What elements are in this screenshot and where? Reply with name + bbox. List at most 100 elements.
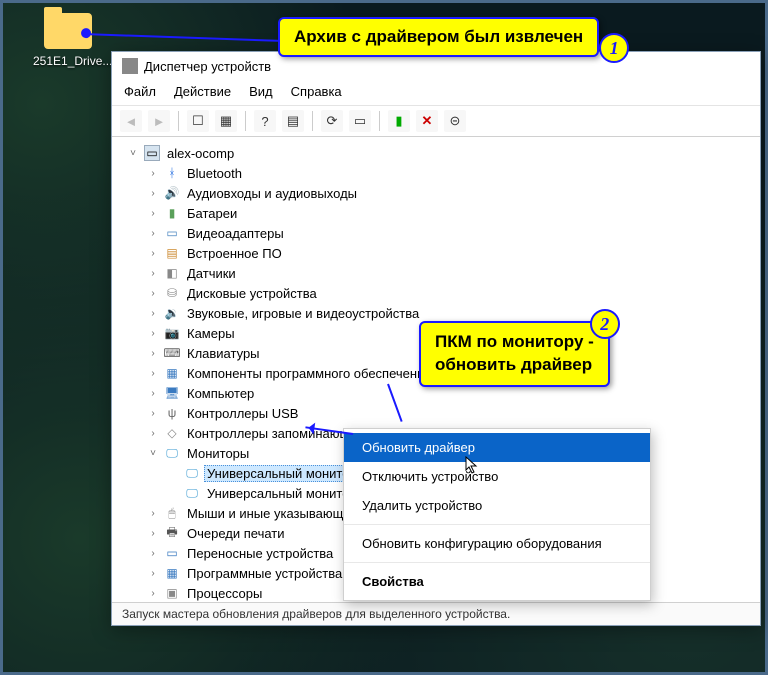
chevron-right-icon[interactable]: › <box>146 288 160 299</box>
menu-file[interactable]: Файл <box>124 84 156 99</box>
tree-label: Дисковые устройства <box>184 285 320 302</box>
menu-view[interactable]: Вид <box>249 84 273 99</box>
apps-icon: ▦ <box>164 565 180 581</box>
cpu-icon: ▣ <box>164 585 180 601</box>
chevron-down-icon[interactable]: ˅ <box>126 148 140 159</box>
chevron-right-icon[interactable]: › <box>146 548 160 559</box>
toolbar-fwd: ► <box>148 110 170 132</box>
callout-1-text: Архив с драйвером был извлечен <box>294 27 583 46</box>
tree-label: Встроенное ПО <box>184 245 285 262</box>
chevron-right-icon[interactable]: › <box>146 348 160 359</box>
tree-item-audio[interactable]: ›🔊Аудиовходы и аудиовыходы <box>118 183 760 203</box>
tree-label: Датчики <box>184 265 239 282</box>
status-text: Запуск мастера обновления драйверов для … <box>122 607 510 621</box>
storage-controller-icon: ◇ <box>164 425 180 441</box>
ctx-separator <box>344 524 650 525</box>
tree-label: Звуковые, игровые и видеоустройства <box>184 305 422 322</box>
tree-item-usb[interactable]: ›ψКонтроллеры USB <box>118 403 760 423</box>
battery-icon: ▮ <box>164 205 180 221</box>
toolbar-delete-icon[interactable]: ✕ <box>416 110 438 132</box>
tree-label: Программные устройства <box>184 565 345 582</box>
chevron-right-icon[interactable]: › <box>146 208 160 219</box>
context-menu: Обновить драйвер Отключить устройство Уд… <box>343 428 651 601</box>
tree-label: Клавиатуры <box>184 345 263 362</box>
display-adapter-icon: ▭ <box>164 225 180 241</box>
ctx-disable-device[interactable]: Отключить устройство <box>344 462 650 491</box>
app-icon <box>122 58 138 74</box>
chevron-right-icon[interactable]: › <box>146 328 160 339</box>
portable-icon: ▭ <box>164 545 180 561</box>
toolbar-update-icon[interactable]: ▭ <box>349 110 371 132</box>
ctx-remove-device[interactable]: Удалить устройство <box>344 491 650 520</box>
chevron-right-icon[interactable]: › <box>146 228 160 239</box>
tree-item-sensors[interactable]: › ◧Датчики <box>118 263 760 283</box>
computer-icon: ▭ <box>144 145 160 161</box>
ctx-update-driver[interactable]: Обновить драйвер <box>344 433 650 462</box>
chevron-right-icon[interactable]: › <box>146 508 160 519</box>
toolbar-sep <box>245 111 246 131</box>
tree-item-video[interactable]: › ▭Видеоадаптеры <box>118 223 760 243</box>
ctx-separator <box>344 562 650 563</box>
chevron-right-icon[interactable]: › <box>146 268 160 279</box>
statusbar: Запуск мастера обновления драйверов для … <box>112 602 760 625</box>
callout-2: ПКМ по монитору - обновить драйвер 2 <box>419 321 610 387</box>
toolbar-props-icon[interactable]: ▦ <box>215 110 237 132</box>
tree-item-disks[interactable]: ›⛁Дисковые устройства <box>118 283 760 303</box>
callout-badge-1: 1 <box>599 33 629 63</box>
sensor-icon: ◧ <box>164 265 180 281</box>
toolbar-details-icon[interactable]: ▤ <box>282 110 304 132</box>
callout-2-line2: обновить драйвер <box>435 354 594 377</box>
toolbar: ◄ ► ☐ ▦ ? ▤ ⟳ ▭ ▮ ✕ ⊝ <box>112 105 760 137</box>
tree-label: Батареи <box>184 205 240 222</box>
firmware-icon: ▤ <box>164 245 180 261</box>
menu-action[interactable]: Действие <box>174 84 231 99</box>
tree-item-batteries[interactable]: › ▮Батареи <box>118 203 760 223</box>
chevron-right-icon[interactable]: › <box>146 388 160 399</box>
chevron-right-icon[interactable]: › <box>146 368 160 379</box>
menu-help[interactable]: Справка <box>291 84 342 99</box>
toolbar-scan-icon[interactable]: ⟳ <box>321 110 343 132</box>
usb-icon: ψ <box>164 405 180 421</box>
tree-item-bluetooth[interactable]: ›ᚼBluetooth <box>118 163 760 183</box>
toolbar-showall-icon[interactable]: ☐ <box>187 110 209 132</box>
printer-icon: 🖶 <box>164 525 180 541</box>
toolbar-sep <box>178 111 179 131</box>
tree-item-sound[interactable]: › 🔉Звуковые, игровые и видеоустройства <box>118 303 760 323</box>
tree-label: Компоненты программного обеспечения <box>184 365 434 382</box>
chevron-right-icon[interactable]: › <box>146 568 160 579</box>
chevron-right-icon[interactable]: › <box>146 248 160 259</box>
tree-label: Процессоры <box>184 585 265 602</box>
chevron-right-icon[interactable]: › <box>146 528 160 539</box>
tree-label: Камеры <box>184 325 238 342</box>
chevron-right-icon[interactable]: › <box>146 408 160 419</box>
callout-1: Архив с драйвером был извлечен 1 <box>278 17 599 57</box>
chevron-right-icon[interactable]: › <box>146 588 160 599</box>
tree-root[interactable]: ˅ ▭ alex-ocomp <box>118 143 760 163</box>
ctx-rescan[interactable]: Обновить конфигурацию оборудования <box>344 529 650 558</box>
monitor-icon: 🖵 <box>164 445 180 461</box>
tree-label: Видеоадаптеры <box>184 225 287 242</box>
menubar: Файл Действие Вид Справка <box>112 80 760 105</box>
tree-label: Переносные устройства <box>184 545 336 562</box>
keyboard-icon: ⌨ <box>164 345 180 361</box>
sound-icon: 🔉 <box>164 305 180 321</box>
toolbar-sep <box>379 111 380 131</box>
tree-label: Компьютер <box>184 385 257 402</box>
chevron-right-icon[interactable]: › <box>146 188 160 199</box>
tree-label: Мониторы <box>184 445 252 462</box>
computer-icon: 🖥 <box>164 385 180 401</box>
ctx-properties[interactable]: Свойства <box>344 567 650 596</box>
toolbar-back: ◄ <box>120 110 142 132</box>
toolbar-uninstall-icon[interactable]: ⊝ <box>444 110 466 132</box>
chevron-right-icon[interactable]: › <box>146 308 160 319</box>
chevron-down-icon[interactable]: ˅ <box>146 448 160 459</box>
toolbar-help-icon[interactable]: ? <box>254 110 276 132</box>
tree-item-firmware[interactable]: › ▤Встроенное ПО <box>118 243 760 263</box>
monitor-icon: 🖵 <box>184 465 200 481</box>
chevron-right-icon[interactable]: › <box>146 168 160 179</box>
callout-2-line1: ПКМ по монитору - <box>435 331 594 354</box>
toolbar-enable-icon[interactable]: ▮ <box>388 110 410 132</box>
chevron-right-icon[interactable]: › <box>146 428 160 439</box>
desktop-folder[interactable]: 251E1_Drive... <box>33 13 103 68</box>
window-title: Диспетчер устройств <box>144 59 271 74</box>
